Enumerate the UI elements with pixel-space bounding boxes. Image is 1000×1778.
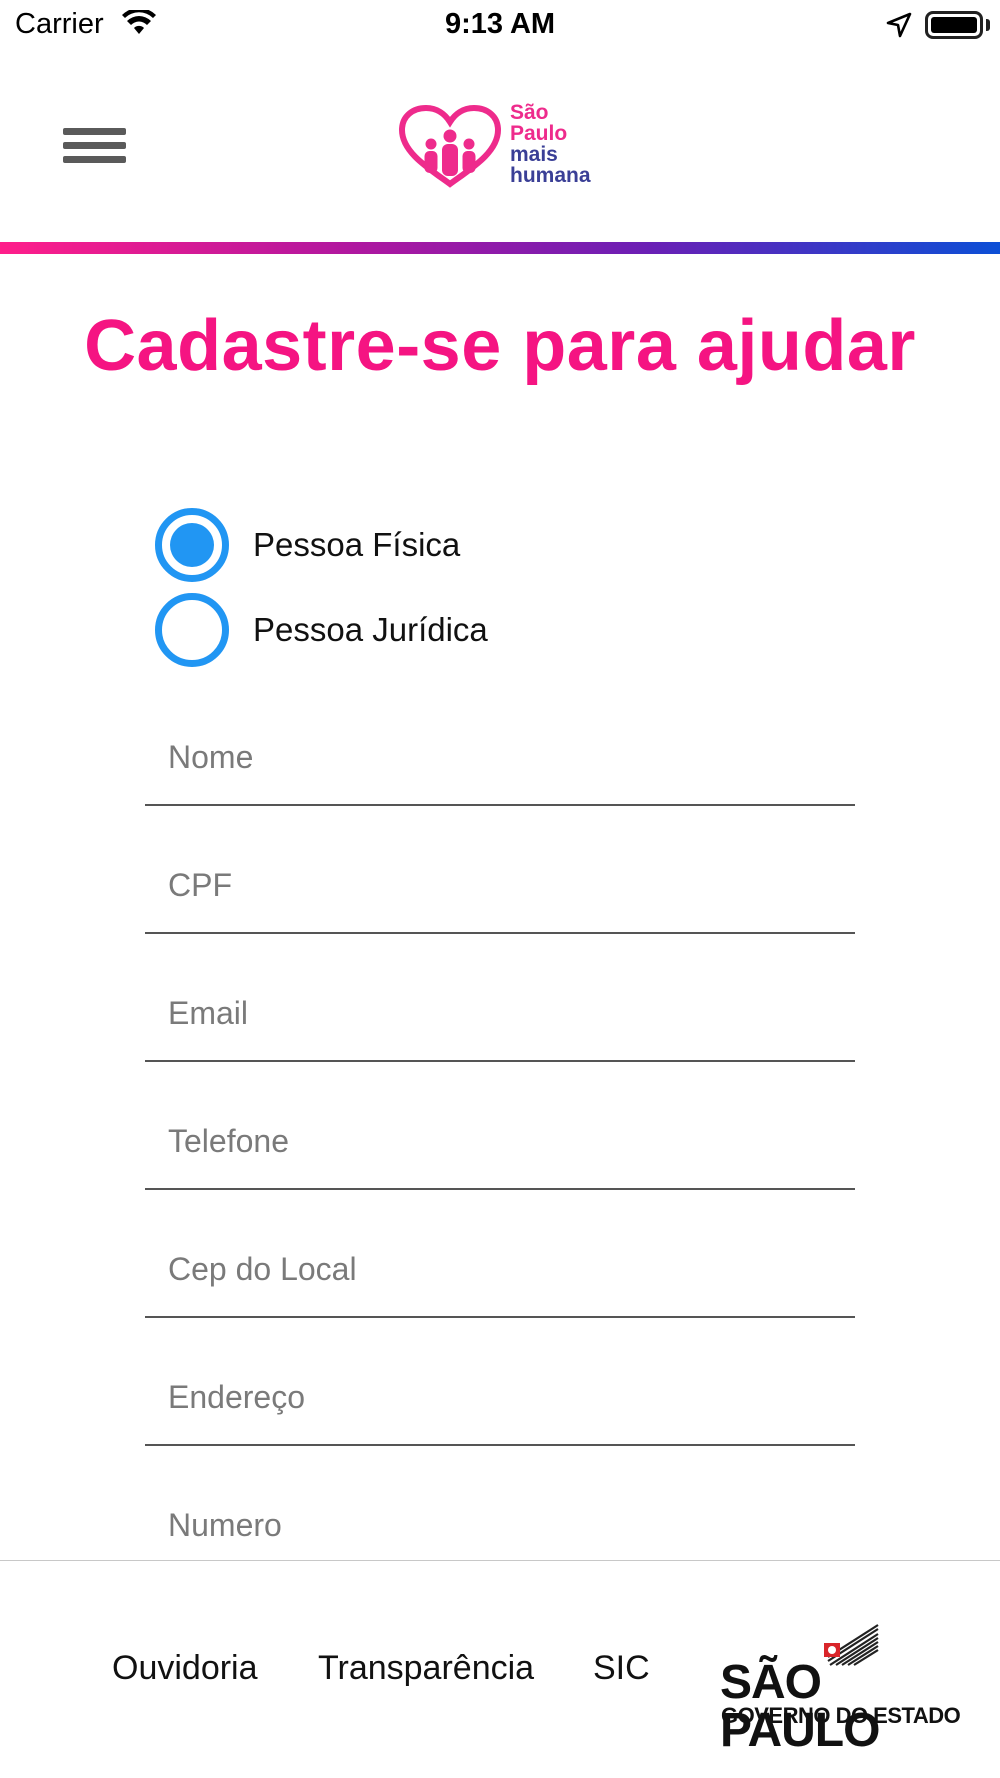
numero-input[interactable] (145, 1479, 855, 1571)
hamburger-menu-icon[interactable] (58, 126, 130, 176)
page-title: Cadastre-se para ajudar (84, 306, 916, 386)
radio-button[interactable] (155, 508, 229, 582)
endereco-field (145, 1351, 855, 1446)
nome-input[interactable] (145, 711, 855, 803)
cpf-field (145, 839, 855, 934)
battery-cap (986, 19, 990, 31)
gov-logo-subtitle: GOVERNO DO ESTADO (721, 1703, 961, 1728)
radio-pessoa-juridica[interactable]: Pessoa Jurídica (155, 593, 655, 667)
battery-icon (925, 11, 983, 39)
radio-selected-dot (170, 523, 214, 567)
location-arrow-icon (886, 12, 912, 43)
logo-text-line: Paulo (510, 122, 568, 145)
logo-text-line: mais (510, 143, 558, 166)
email-input[interactable] (145, 967, 855, 1059)
clock: 9:13 AM (444, 8, 556, 40)
logo-text-line: São (510, 101, 549, 124)
endereco-input[interactable] (145, 1351, 855, 1443)
radio-button[interactable] (155, 593, 229, 667)
footer: Ouvidoria Transparência SIC SÃO PAULO GO… (0, 1560, 1000, 1778)
heart-family-icon (398, 104, 502, 188)
logo-text-line: humana (510, 164, 591, 187)
radio-label: Pessoa Jurídica (253, 611, 488, 648)
app-header: São Paulo mais humana (0, 52, 1000, 242)
cep-field (145, 1223, 855, 1318)
status-bar: Carrier 9:13 AM (0, 0, 1000, 52)
governo-sao-paulo-logo: SÃO PAULO GOVERNO DO ESTADO (720, 1623, 970, 1755)
header-gradient-divider (0, 242, 1000, 254)
sao-paulo-mais-humana-logo: São Paulo mais humana (398, 102, 608, 192)
footer-link-transparencia[interactable]: Transparência (318, 1649, 534, 1688)
cep-input[interactable] (145, 1223, 855, 1315)
radio-pessoa-fisica[interactable]: Pessoa Física (155, 508, 655, 582)
logo-wordmark: São Paulo mais humana (510, 102, 591, 186)
email-field (145, 967, 855, 1062)
cpf-input[interactable] (145, 839, 855, 931)
telefone-field (145, 1095, 855, 1190)
footer-link-ouvidoria[interactable]: Ouvidoria (112, 1649, 258, 1688)
nome-field (145, 711, 855, 806)
telefone-input[interactable] (145, 1095, 855, 1187)
footer-link-sic[interactable]: SIC (593, 1649, 650, 1688)
radio-label: Pessoa Física (253, 526, 461, 563)
